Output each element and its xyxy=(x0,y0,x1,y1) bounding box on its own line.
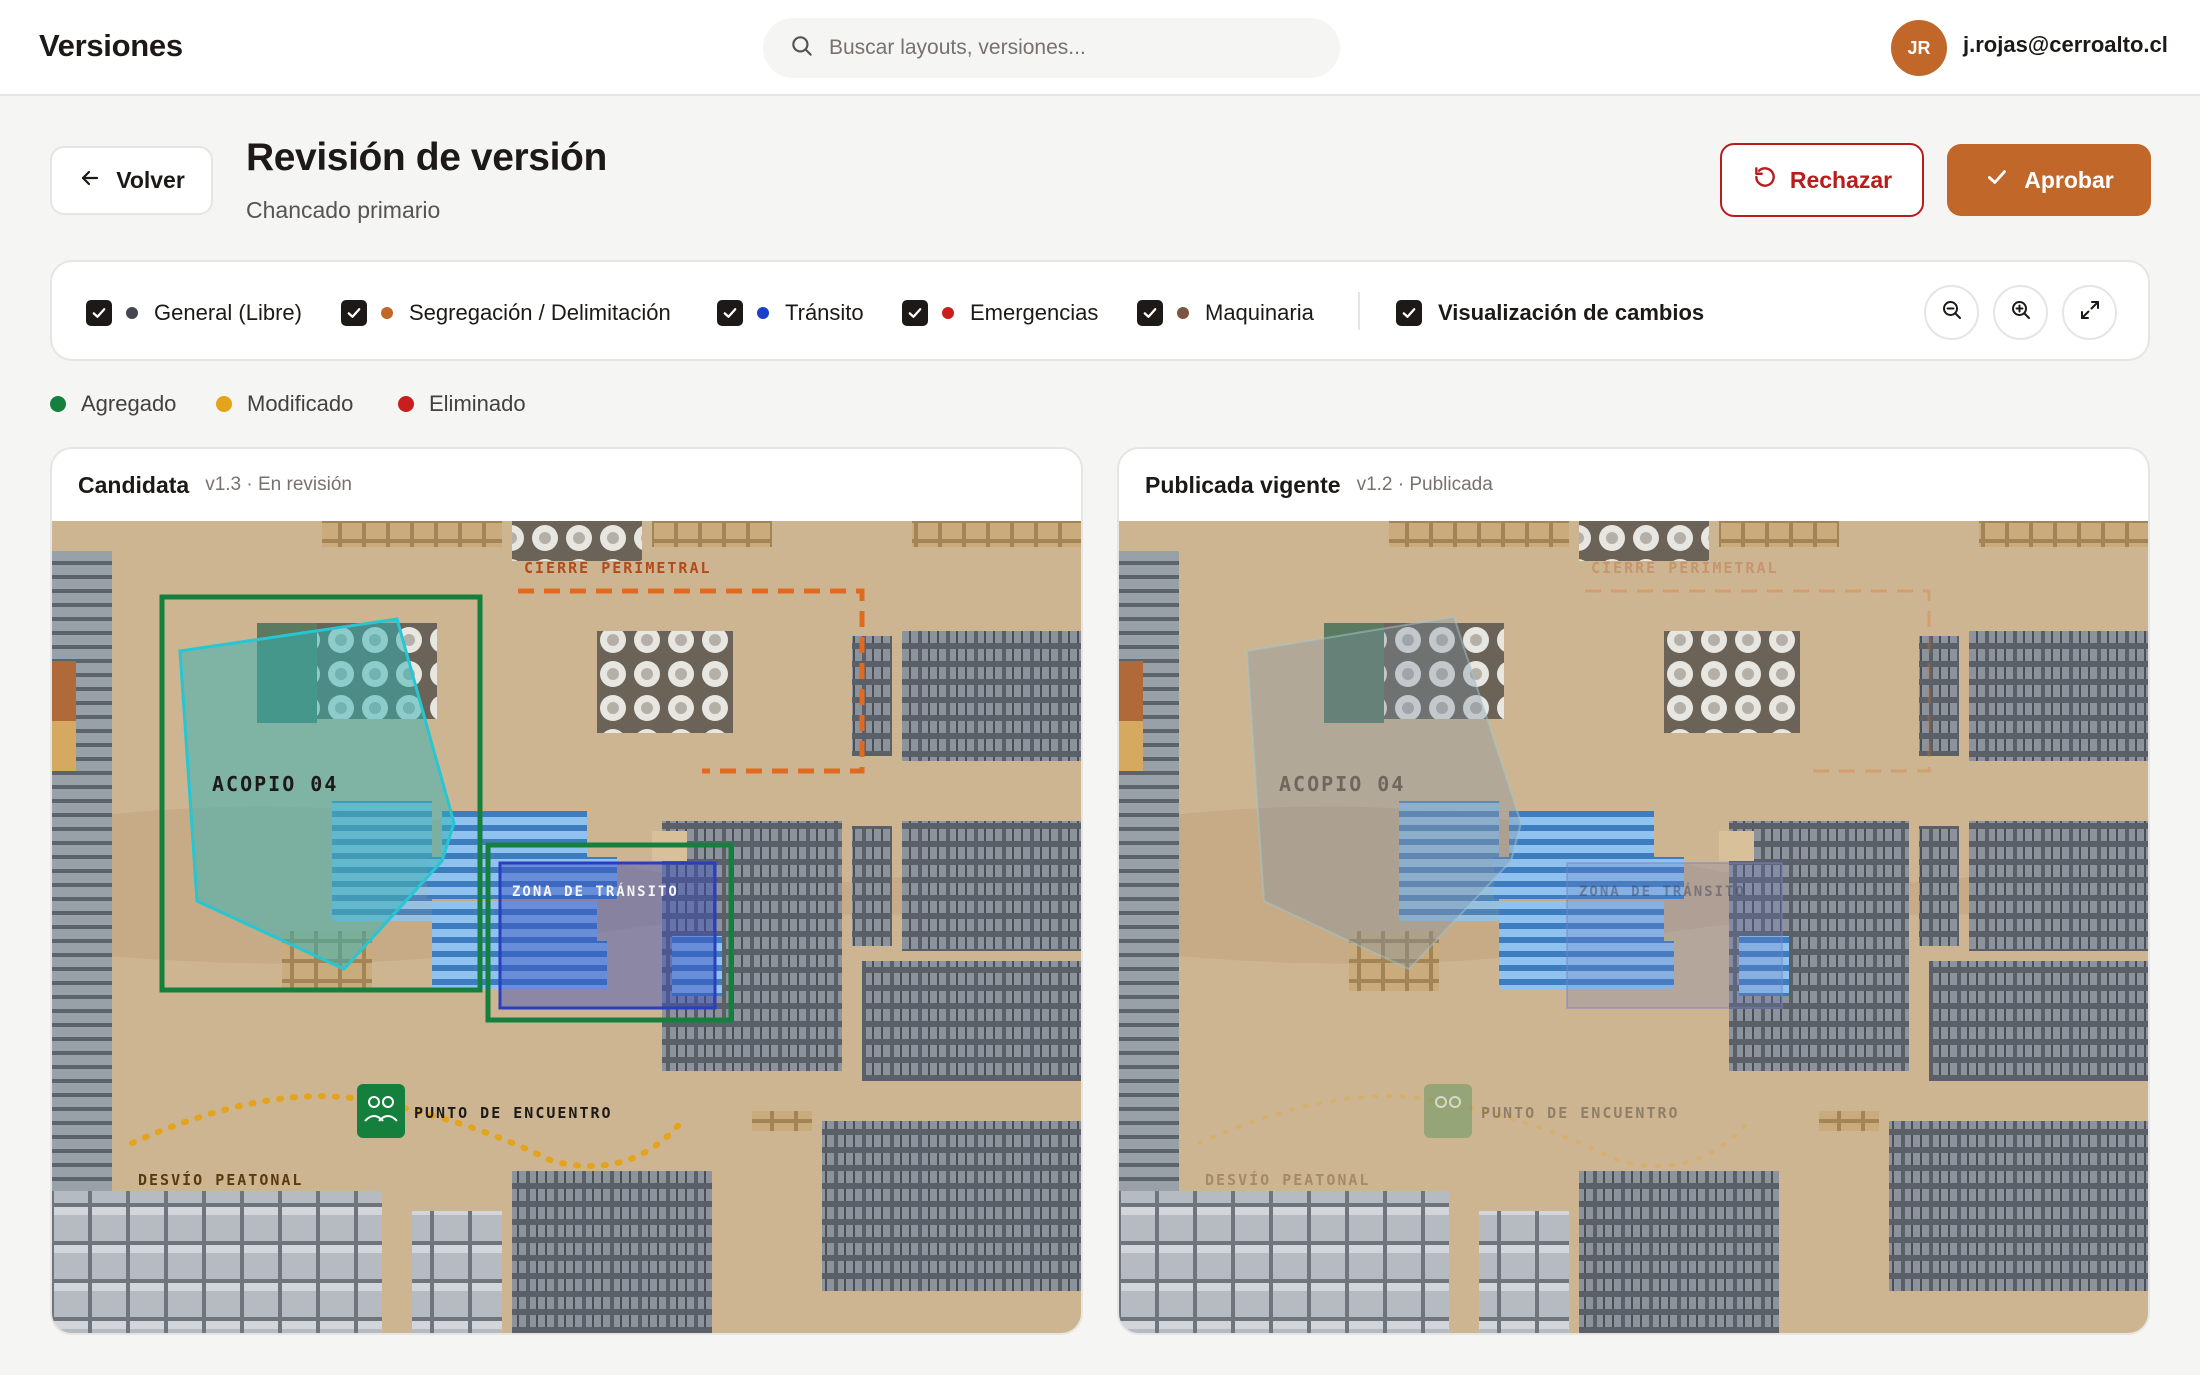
undo-icon xyxy=(1752,164,1778,196)
arrow-left-icon xyxy=(78,166,102,196)
checkbox-checked-icon[interactable] xyxy=(1137,299,1163,326)
filter-segregation[interactable]: Segregación / Delimitación xyxy=(341,262,671,363)
layer-color-dot xyxy=(381,306,393,319)
page-title: Revisión de versión xyxy=(246,136,607,179)
back-label: Volver xyxy=(116,167,185,193)
layer-filter-bar: General (Libre) Segregación / Delimitaci… xyxy=(50,260,2150,361)
legend-dot xyxy=(50,396,66,412)
layer-color-dot xyxy=(126,306,138,319)
site-aerial-map[interactable]: CIERRE PERIMETRAL ACOPIO 04 ZONA DE TRÁN… xyxy=(52,521,1083,1335)
published-panel: Publicada vigente v1.2 · Publicada CIERR… xyxy=(1117,447,2150,1335)
panel-version-meta: v1.2 · Publicada xyxy=(1356,474,1493,495)
checkbox-checked-icon[interactable] xyxy=(902,299,928,326)
check-icon xyxy=(1984,164,2010,196)
legend-added: Agregado xyxy=(50,389,176,419)
expand-icon xyxy=(2078,298,2102,327)
layer-color-dot xyxy=(1177,306,1189,319)
panel-title: Publicada vigente xyxy=(1145,471,1341,498)
map-label-detour: DESVÍO PEATONAL xyxy=(1205,1170,1370,1189)
user-email[interactable]: j.rojas@cerroalto.cl xyxy=(1963,32,2168,58)
legend-removed: Eliminado xyxy=(398,389,526,419)
layout-map-published[interactable]: CIERRE PERIMETRAL ACOPIO 04 ZONA DE TRÁN… xyxy=(1119,521,2150,1335)
app-title: Versiones xyxy=(39,28,183,63)
zoom-out-button[interactable] xyxy=(1924,285,1979,340)
zoom-in-icon xyxy=(2009,298,2033,327)
zoom-out-icon xyxy=(1940,298,1964,327)
page-subtitle: Chancado primario xyxy=(246,197,441,223)
legend-dot xyxy=(398,396,414,412)
checkbox-checked-icon[interactable] xyxy=(86,299,112,326)
legend-label: Eliminado xyxy=(429,391,526,416)
legend-dot xyxy=(216,396,232,412)
layout-map-candidate[interactable]: CIERRE PERIMETRAL ACOPIO 04 ZONA DE TRÁN… xyxy=(52,521,1083,1335)
panel-title: Candidata xyxy=(78,471,190,498)
search-input[interactable] xyxy=(829,36,1309,60)
filter-transit[interactable]: Tránsito xyxy=(717,262,864,363)
map-label-transit: ZONA DE TRÁNSITO xyxy=(512,883,679,900)
checkbox-checked-icon[interactable] xyxy=(1396,299,1422,326)
toggle-change-view[interactable]: Visualización de cambios xyxy=(1396,262,1704,363)
layer-color-dot xyxy=(942,306,954,319)
filter-emergencies[interactable]: Emergencias xyxy=(902,262,1098,363)
map-label-stockpile: ACOPIO 04 xyxy=(212,772,338,796)
filter-label: Maquinaria xyxy=(1205,299,1314,325)
map-label-perimeter: CIERRE PERIMETRAL xyxy=(524,559,712,577)
back-button[interactable]: Volver xyxy=(50,146,213,215)
map-label-stockpile: ACOPIO 04 xyxy=(1279,772,1405,796)
panel-header: Candidata v1.3 · En revisión xyxy=(52,449,1081,521)
panel-version-meta: v1.3 · En revisión xyxy=(205,474,352,495)
zoom-in-button[interactable] xyxy=(1993,285,2048,340)
legend-modified: Modificado xyxy=(216,389,353,419)
legend-label: Agregado xyxy=(81,391,177,416)
filter-label: Emergencias xyxy=(970,299,1099,325)
search-icon xyxy=(789,33,815,64)
checkbox-checked-icon[interactable] xyxy=(341,299,367,326)
layer-color-dot xyxy=(757,306,769,319)
panel-header: Publicada vigente v1.2 · Publicada xyxy=(1119,449,2148,521)
map-label-meeting: PUNTO DE ENCUENTRO xyxy=(1481,1104,1680,1122)
top-bar: Versiones JR j.rojas@cerroalto.cl xyxy=(0,0,2200,96)
filter-machinery[interactable]: Maquinaria xyxy=(1137,262,1314,363)
map-label-meeting: PUNTO DE ENCUENTRO xyxy=(414,1104,613,1122)
site-aerial-map[interactable]: CIERRE PERIMETRAL ACOPIO 04 ZONA DE TRÁN… xyxy=(1119,521,2150,1335)
reject-button[interactable]: Rechazar xyxy=(1720,143,1924,217)
reject-label: Rechazar xyxy=(1789,166,1893,193)
expand-button[interactable] xyxy=(2062,285,2117,340)
map-label-perimeter: CIERRE PERIMETRAL xyxy=(1591,559,1779,577)
filter-label: Visualización de cambios xyxy=(1438,299,1705,325)
search-bar[interactable] xyxy=(763,18,1340,78)
map-label-transit: ZONA DE TRÁNSITO xyxy=(1579,883,1746,900)
filter-label: Tránsito xyxy=(785,299,864,325)
approve-button[interactable]: Aprobar xyxy=(1947,144,2151,216)
map-label-detour: DESVÍO PEATONAL xyxy=(138,1170,303,1189)
filter-general[interactable]: General (Libre) xyxy=(86,262,302,363)
candidate-panel: Candidata v1.3 · En revisión CIERRE PERI… xyxy=(50,447,1083,1335)
approve-label: Aprobar xyxy=(2024,166,2114,193)
checkbox-checked-icon[interactable] xyxy=(717,299,743,326)
legend-label: Modificado xyxy=(247,391,354,416)
filter-label: Segregación / Delimitación xyxy=(409,299,671,325)
divider xyxy=(1358,292,1360,330)
avatar[interactable]: JR xyxy=(1891,20,1947,76)
filter-label: General (Libre) xyxy=(154,299,302,325)
